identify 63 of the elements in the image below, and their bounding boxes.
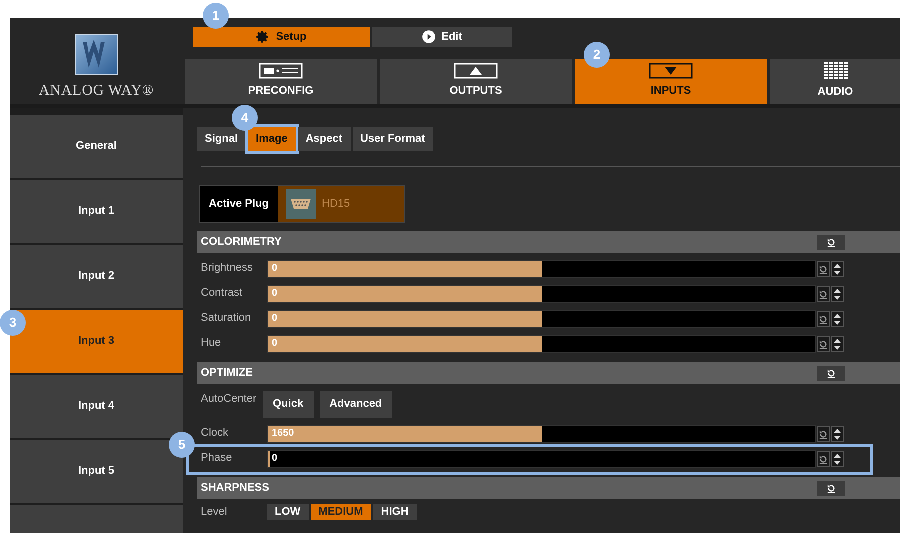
reset-icon[interactable] — [817, 451, 830, 467]
callout-badge: 3 — [0, 310, 26, 336]
row-label: Contrast — [201, 286, 244, 301]
reset-icon[interactable] — [817, 366, 845, 380]
sidebar-item[interactable]: General — [10, 115, 183, 178]
sidebar-item[interactable]: Input 1 — [10, 180, 183, 243]
row-label: AutoCenter — [201, 392, 258, 407]
slider-value: 0 — [272, 313, 278, 325]
section-title: COLORIMETRY — [201, 234, 282, 250]
action-button[interactable]: Advanced — [320, 391, 392, 418]
spinner-icon[interactable] — [831, 451, 844, 467]
main-tab[interactable]: OUTPUTS — [380, 59, 572, 104]
level-option[interactable]: MEDIUM — [310, 504, 372, 520]
gear-icon — [256, 30, 270, 44]
spinner-icon[interactable] — [831, 336, 844, 352]
level-option[interactable]: LOW — [267, 504, 309, 520]
device-icon — [259, 63, 303, 80]
row-label: Phase — [201, 451, 234, 466]
slider-track[interactable]: 0 — [267, 450, 816, 468]
mode-tab[interactable]: Edit — [372, 27, 512, 47]
sub-tab[interactable]: Signal — [197, 127, 246, 151]
reset-icon[interactable] — [817, 261, 830, 277]
reset-icon[interactable] — [817, 286, 830, 302]
row-label: Level — [201, 505, 228, 520]
row-label: Saturation — [201, 311, 252, 326]
section-title: OPTIMIZE — [201, 366, 253, 381]
main-tab[interactable]: INPUTS — [575, 59, 767, 104]
triangle-down-icon — [649, 63, 693, 80]
sub-tab[interactable]: User Format — [352, 127, 434, 151]
section-title: SHARPNESS — [201, 480, 270, 496]
level-option[interactable]: HIGH — [373, 504, 417, 520]
spinner-icon[interactable] — [831, 261, 844, 277]
sub-tab[interactable]: Image — [248, 127, 296, 151]
sub-tab[interactable]: Aspect — [298, 127, 350, 151]
logo-icon — [74, 34, 118, 76]
main-tab[interactable]: PRECONFIG — [185, 59, 377, 104]
spinner-icon[interactable] — [831, 286, 844, 302]
triangle-up-icon — [454, 63, 498, 80]
reset-icon[interactable] — [817, 426, 830, 442]
main-tab[interactable]: AUDIO — [770, 59, 900, 104]
row-label: Brightness — [201, 261, 254, 276]
reset-icon[interactable] — [817, 336, 830, 352]
spinner-icon[interactable] — [831, 311, 844, 327]
sidebar-item[interactable]: Input 2 — [10, 245, 183, 308]
callout-badge: 2 — [584, 42, 610, 68]
row-label: Clock — [201, 426, 230, 441]
reset-icon[interactable] — [817, 234, 845, 250]
slider-value: 0 — [272, 263, 278, 275]
reset-icon[interactable] — [817, 480, 845, 496]
reset-icon[interactable] — [817, 311, 830, 327]
action-button[interactable]: Quick — [263, 391, 314, 418]
logo-text: ANALOG WAY® — [38, 82, 154, 100]
sidebar-item[interactable]: Input 4 — [10, 375, 183, 438]
spinner-icon[interactable] — [831, 426, 844, 442]
slider-value: 0 — [272, 338, 278, 350]
slider-value: 0 — [272, 453, 278, 465]
slider-value: 1650 — [272, 428, 294, 440]
mode-tab[interactable]: Setup — [193, 27, 370, 47]
callout-badge: 1 — [203, 3, 229, 29]
row-label: Hue — [201, 336, 222, 351]
equalizer-icon — [824, 62, 848, 80]
slider-value: 0 — [272, 288, 278, 300]
play-icon — [422, 30, 436, 44]
